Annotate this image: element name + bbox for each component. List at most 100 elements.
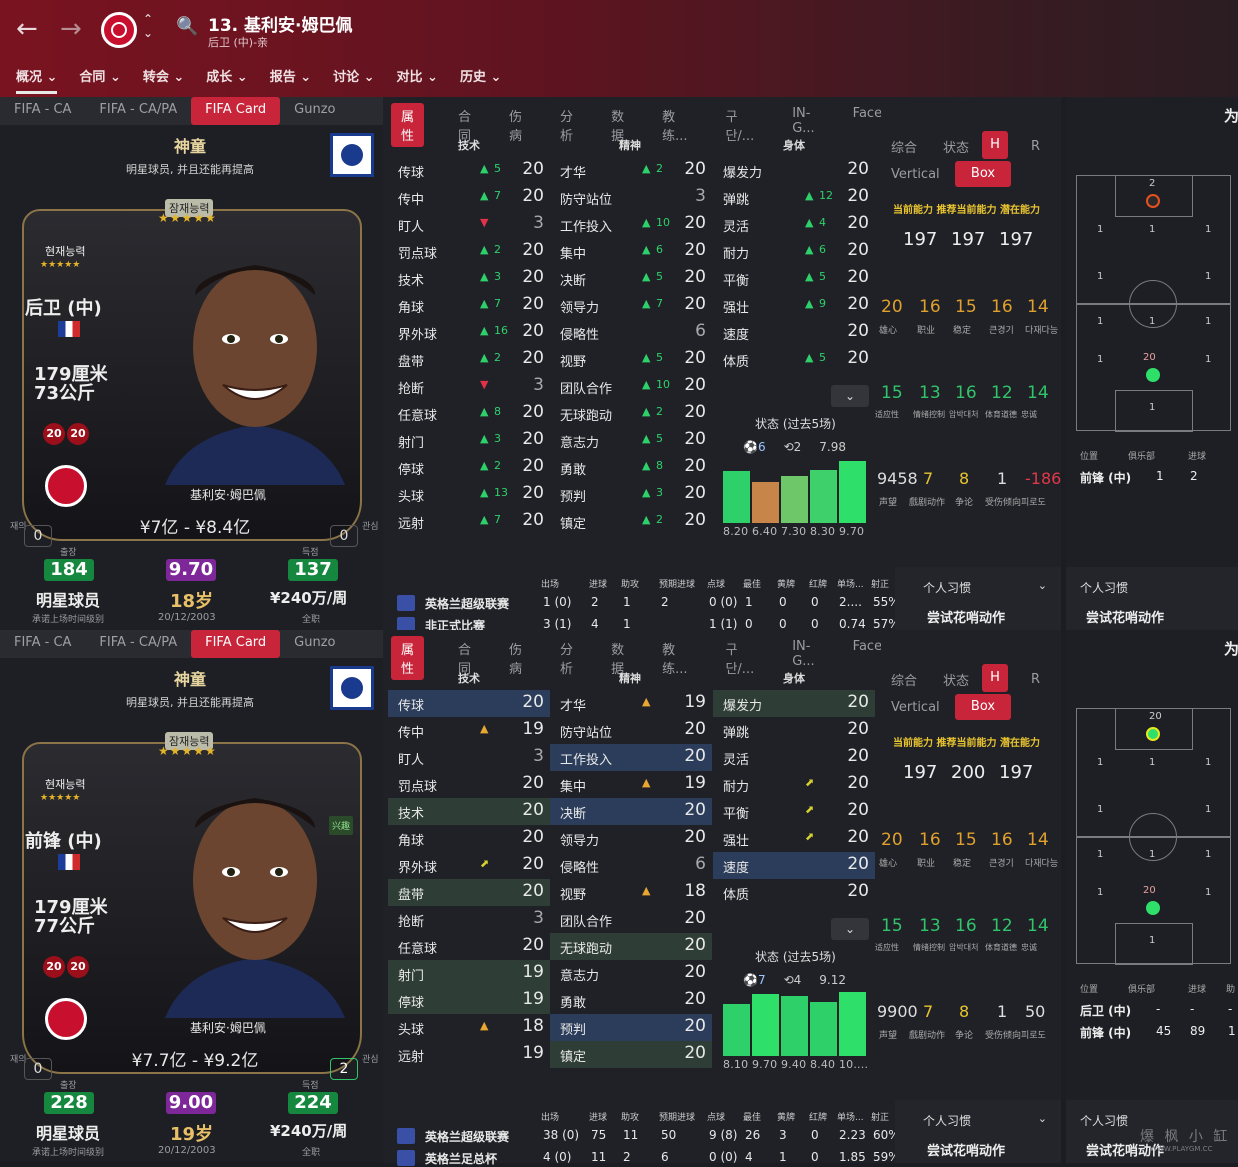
attr-change-arrow-icon: ▲	[642, 270, 651, 283]
pitch-number: 1	[1097, 224, 1104, 235]
stat-cell: 2	[661, 595, 669, 609]
menu-item[interactable]: 合同 ⌄	[79, 66, 120, 94]
attr-name: 勇敢	[560, 996, 587, 1011]
card-tab[interactable]: FIFA Card	[191, 97, 281, 125]
r-tab[interactable]: 综合	[891, 670, 917, 689]
pitch-diagram: 20 1 1 1 1 1 1 1 1 1 1 1 20	[1076, 708, 1231, 965]
menu-item[interactable]: 转会 ⌄	[143, 66, 184, 94]
stats-header: 出场	[541, 1113, 560, 1123]
attr-change-arrow-icon: ▲	[805, 297, 814, 310]
card-tab[interactable]: FIFA Card	[191, 630, 281, 658]
attr-tab[interactable]: 伤病	[505, 636, 526, 680]
attr-tab[interactable]: 教练...	[658, 103, 691, 147]
forward-arrow-icon[interactable]: →	[60, 14, 82, 44]
r-tab[interactable]: 状态	[943, 670, 969, 689]
card-tab[interactable]: Gunzo	[280, 630, 349, 658]
form-bar	[723, 1004, 750, 1056]
competition-name: 英格兰超级联赛	[425, 597, 510, 611]
form-icon-2: 7.98	[819, 440, 846, 454]
attr-tab[interactable]: 구단/...	[721, 636, 758, 680]
h-toggle[interactable]: H	[982, 131, 1008, 159]
pitch-number: 1	[1097, 271, 1104, 282]
expand-button[interactable]: ⌄	[831, 385, 869, 407]
attr-tab[interactable]: 属性	[391, 103, 425, 147]
card-tab[interactable]: FIFA - CA/PA	[85, 630, 191, 658]
attr-row: 爆发力 20	[713, 157, 875, 184]
attr-value: 3	[533, 908, 544, 928]
player-title: 13. 基利安·姆巴佩	[208, 16, 353, 36]
club-crest-icon[interactable]	[101, 12, 137, 48]
stats-header: 射正	[871, 1113, 890, 1123]
expand-button[interactable]: ⌄	[831, 918, 869, 940]
reputation-value: 7	[923, 469, 934, 488]
pitch-number: 1	[1097, 804, 1104, 815]
h-toggle[interactable]: H	[982, 664, 1008, 692]
attr-row: 强壮 ⬈ 20	[713, 825, 875, 852]
stat-cell: 9 (8)	[709, 1128, 738, 1142]
attr-change-arrow-icon: ⬈	[480, 857, 490, 870]
attr-delta: 12	[819, 189, 833, 202]
ability-value: 197	[999, 229, 1034, 250]
attr-row: 工作投入 ▲ 10 20	[550, 211, 712, 238]
attr-name: 侵略性	[560, 861, 600, 876]
back-arrow-icon[interactable]: ←	[16, 14, 38, 44]
reputation-value: 9458	[877, 469, 918, 488]
menu-item[interactable]: 概况 ⌄	[16, 66, 58, 94]
attr-value: 20	[847, 213, 869, 233]
player-card: FIFA - CA FIFA - CA/PA FIFA Card Gunzo 神童 明星球…	[0, 630, 383, 1162]
reputation-label: 受伤倾向	[985, 498, 1022, 508]
habits-box: 个人习惯 ⌄ 尝试花哨动作	[895, 1100, 1061, 1163]
attr-name: 界外球	[398, 861, 438, 876]
position-label: 前锋 (中)	[25, 831, 102, 852]
stats-header: 助攻	[621, 1113, 640, 1123]
personality-value: 16	[919, 297, 941, 317]
attr-tab[interactable]: 教练...	[658, 636, 691, 680]
attr-row: 防守站位 20	[550, 717, 712, 744]
r-toggle[interactable]: R	[1031, 139, 1040, 154]
attr-tab[interactable]: 属性	[391, 636, 425, 680]
menu-item[interactable]: 报告 ⌄	[270, 66, 311, 94]
attr-row: 技术 20	[388, 798, 550, 825]
attr-value: 20	[684, 267, 706, 287]
appearances-value: 228	[44, 1092, 94, 1114]
r-toggle[interactable]: R	[1031, 672, 1040, 687]
attr-tab[interactable]: 分析	[556, 636, 577, 680]
box-toggle[interactable]: Box	[955, 694, 1011, 720]
chevron-updown-icon[interactable]: ⌃ ⌄	[143, 12, 153, 40]
column-header: 身体	[783, 672, 805, 685]
reputation-label: 受伤倾向	[985, 1031, 1022, 1041]
reputation-value: 50	[1025, 1002, 1046, 1021]
r-tab[interactable]: 综合	[891, 137, 917, 156]
position-cell: 2	[1190, 469, 1198, 483]
habit-dropdown-icon[interactable]: ⌄	[1038, 579, 1047, 592]
card-tab[interactable]: FIFA - CA/PA	[85, 97, 191, 125]
attr-row: 罚点球 ▲ 2 20	[388, 238, 550, 265]
attr-tab[interactable]: 分析	[556, 103, 577, 147]
height-value: 179厘米	[34, 897, 108, 918]
attr-name: 意志力	[560, 436, 600, 451]
rating-value: 9.70	[166, 559, 216, 581]
search-icon[interactable]: 🔍	[176, 16, 198, 37]
card-tab[interactable]: Gunzo	[280, 97, 349, 125]
attr-column-phys: 爆发力 20 弹跳 20 灵活 20 耐力 ⬈ 20 平衡 ⬈ 20 强壮 ⬈ 20 速度 20 体质 20	[713, 690, 875, 906]
card-tab[interactable]: FIFA - CA	[0, 97, 85, 125]
habit-dropdown-icon[interactable]: ⌄	[1038, 1112, 1047, 1125]
menu-item[interactable]: 对比 ⌄	[397, 66, 438, 94]
menu-item[interactable]: 历史 ⌄	[460, 66, 501, 94]
personality-value: 12	[991, 916, 1013, 936]
attr-row: 灵活 20	[713, 744, 875, 771]
attr-change-arrow-icon: ▲	[480, 459, 489, 472]
menu-item[interactable]: 讨论 ⌄	[333, 66, 374, 94]
attr-name: 盘带	[398, 888, 425, 903]
r-tab[interactable]: 状态	[943, 137, 969, 156]
stat-cell: 1 (0)	[543, 595, 572, 609]
attr-tab[interactable]: 구단/...	[721, 103, 758, 147]
box-toggle[interactable]: Box	[955, 161, 1011, 187]
pitch-number: 1	[1097, 849, 1104, 860]
height-value: 179厘米	[34, 364, 108, 385]
menu-item[interactable]: 成长 ⌄	[206, 66, 247, 94]
card-tab[interactable]: FIFA - CA	[0, 630, 85, 658]
attr-name: 工作投入	[560, 753, 613, 768]
attr-tab[interactable]: 伤病	[505, 103, 526, 147]
attr-name: 镇定	[560, 1050, 587, 1065]
